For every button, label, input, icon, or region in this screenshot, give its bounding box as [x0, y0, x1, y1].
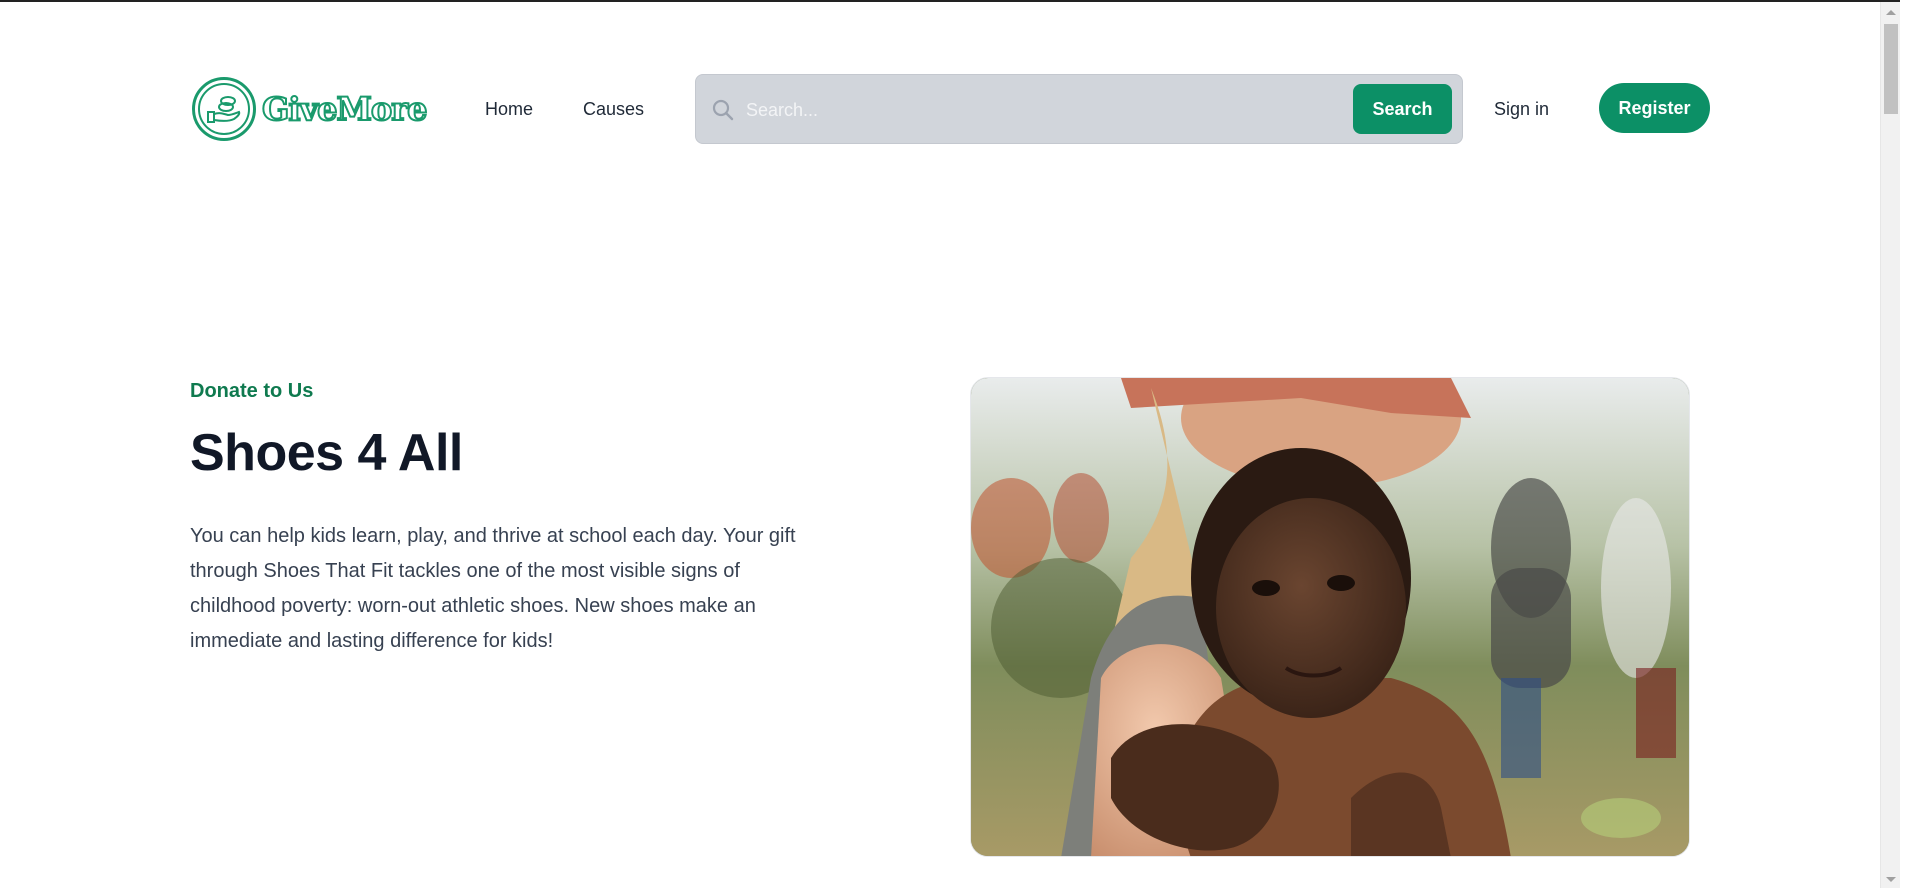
logo-text: GiveMore [261, 89, 428, 129]
page: GiveMore Home Causes Search Sign in Regi… [0, 0, 1900, 888]
hero-description: You can help kids learn, play, and thriv… [190, 525, 796, 652]
hero-photo [971, 378, 1689, 856]
search-bar: Search [695, 74, 1463, 144]
scroll-down-icon[interactable] [1886, 877, 1896, 882]
scroll-up-icon[interactable] [1886, 10, 1896, 15]
hand-coins-icon [198, 83, 250, 135]
site-header: GiveMore Home Causes Search Sign in Regi… [190, 72, 1710, 146]
hero-text: Donate to Us Shoes 4 All You can help ki… [190, 380, 830, 659]
nav-link-home[interactable]: Home [485, 99, 533, 120]
logo-emblem [192, 77, 256, 141]
nav-link-causes[interactable]: Causes [583, 99, 644, 120]
main-nav: Home Causes [485, 72, 644, 146]
search-input[interactable] [744, 89, 1328, 131]
search-icon [712, 99, 734, 121]
logo[interactable]: GiveMore [192, 74, 428, 144]
vertical-scrollbar[interactable] [1880, 2, 1900, 888]
hero-image [970, 377, 1690, 857]
page-title: Shoes 4 All [190, 424, 463, 482]
hero-eyebrow: Donate to Us [190, 380, 314, 402]
search-button[interactable]: Search [1353, 84, 1452, 134]
scrollbar-thumb[interactable] [1884, 24, 1898, 114]
sign-in-link[interactable]: Sign in [1494, 72, 1549, 146]
register-button[interactable]: Register [1599, 83, 1710, 133]
